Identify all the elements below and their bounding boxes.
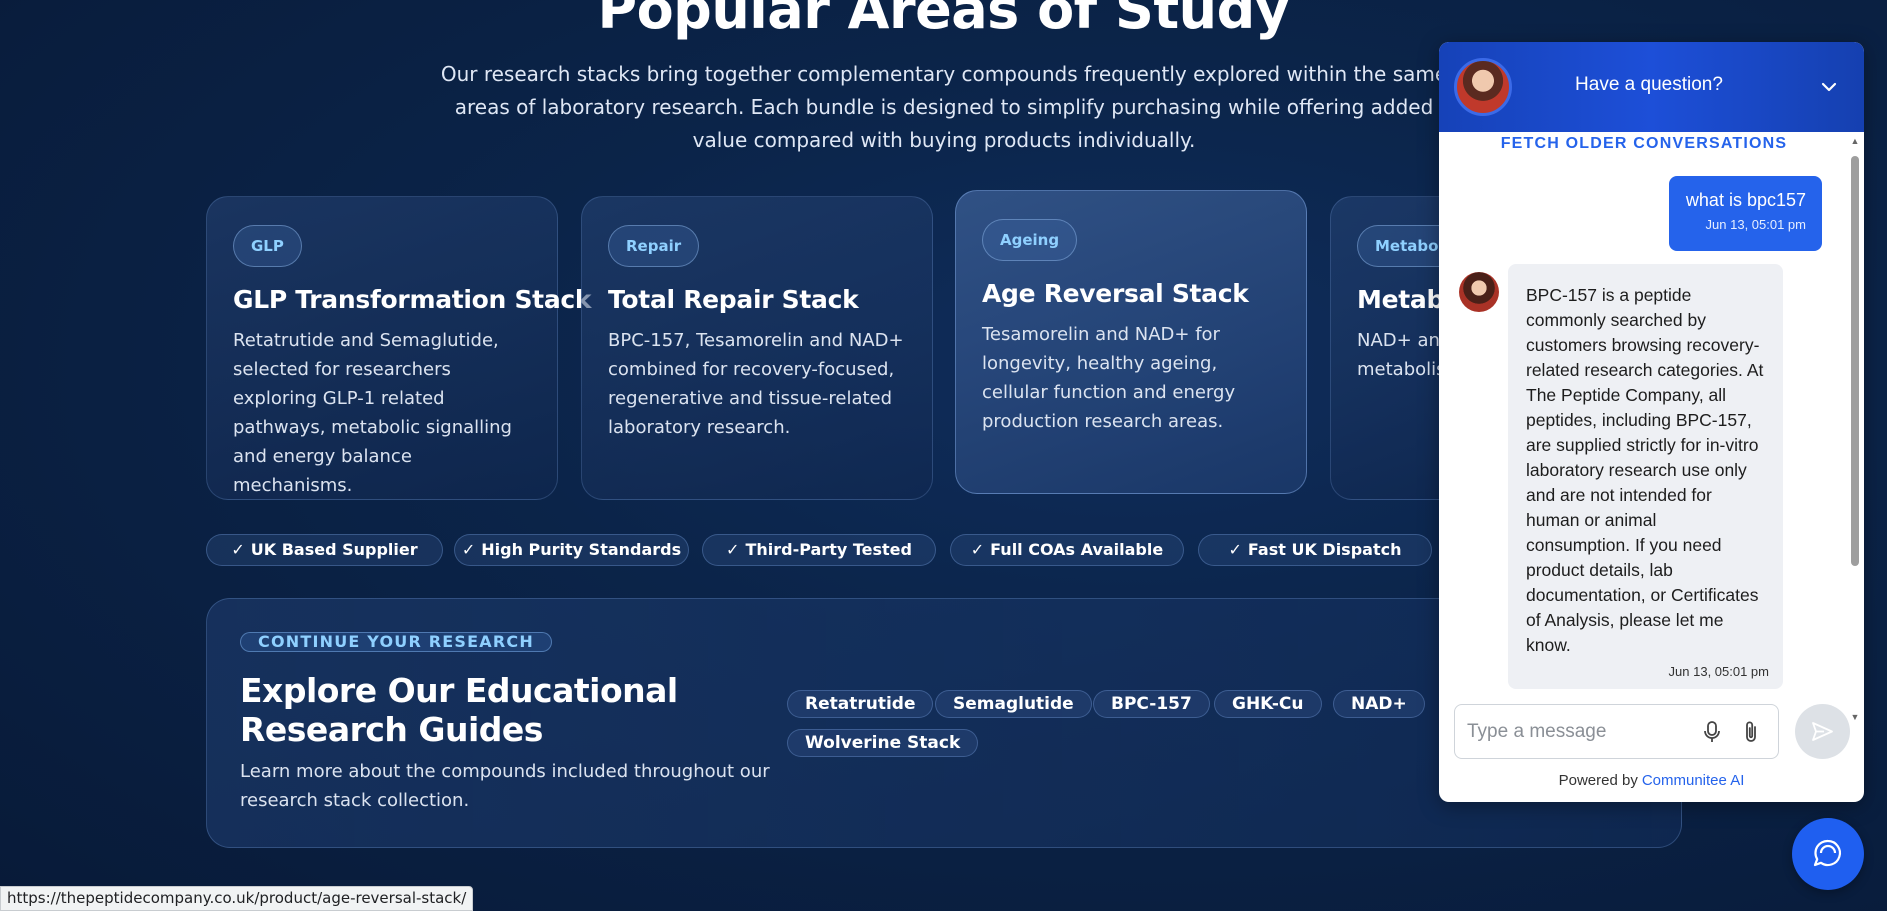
card-text: BPC-157, Tesamorelin and NAD+ combined f… [608,330,904,438]
check-icon: ✓ [726,540,740,559]
card-title[interactable]: Total Repair Stack [608,285,906,314]
trust-badge: ✓ Fast UK Dispatch [1198,534,1432,566]
powered-by: Powered by Communitee AI [1439,772,1864,789]
check-icon: ✓ [461,540,476,559]
scroll-up-arrow-icon[interactable]: ▲ [1850,136,1860,146]
guide-pill-retatrutide[interactable]: Retatrutide [787,690,934,718]
trust-badge: ✓ Full COAs Available [950,534,1184,566]
chat-scrollbar[interactable]: ▲ ▼ [1848,134,1862,726]
brand-link[interactable]: Communitee AI [1642,772,1745,789]
card-text: Tesamorelin and NAD+ for longevity, heal… [982,324,1236,432]
eyebrow-label: CONTINUE YOUR RESEARCH [240,632,552,652]
status-bar-url: https://thepeptidecompany.co.uk/product/… [0,886,474,911]
send-button[interactable] [1795,704,1850,759]
badge-label: Full COAs Available [990,540,1164,559]
guides-subtext: Learn more about the compounds included … [240,761,770,811]
card-tag: Ageing [982,219,1078,261]
badge-label: Fast UK Dispatch [1247,540,1402,559]
section-description: Our research stacks bring together compl… [440,62,1448,152]
chat-bubble-icon [1813,839,1841,867]
fetch-older-button[interactable]: FETCH OLDER CONVERSATIONS [1439,135,1849,153]
message-time: Jun 13, 05:01 pm [1705,217,1806,232]
card-title[interactable]: Metabolic [1357,285,1469,314]
paperclip-icon[interactable] [1740,719,1762,745]
stack-card-ageing[interactable]: Ageing Age Reversal Stack Tesamorelin an… [955,190,1307,494]
chat-title: Have a question? [1575,74,1723,95]
chat-header[interactable]: Have a question? [1439,42,1864,132]
check-icon: ✓ [1228,540,1242,559]
guides-heading: Explore Our Educational Research Guides [240,671,678,749]
send-icon [1812,722,1833,741]
check-icon: ✓ [231,540,245,559]
message-text: BPC-157 is a peptide commonly searched b… [1526,285,1764,655]
message-time: Jun 13, 05:01 pm [1668,664,1769,679]
chat-widget: Have a question? FETCH OLDER CONVERSATIO… [1439,42,1864,802]
card-tag: GLP [233,225,302,267]
agent-avatar [1454,58,1512,116]
microphone-icon[interactable] [1701,719,1723,745]
card-title[interactable]: Age Reversal Stack [982,279,1280,308]
card-text: Retatrutide and Semaglutide, selected fo… [233,330,512,496]
message-input[interactable] [1467,719,1687,745]
guide-pill-nad[interactable]: NAD+ [1333,690,1425,718]
trust-badge: ✓ UK Based Supplier [206,534,443,566]
card-tag: Repair [608,225,700,267]
badge-label: UK Based Supplier [250,540,418,559]
message-input-box [1454,704,1779,759]
guide-pill-ghkcu[interactable]: GHK-Cu [1214,690,1322,718]
check-icon: ✓ [970,540,985,559]
badge-label: Third-Party Tested [745,540,912,559]
scroll-thumb[interactable] [1851,156,1859,566]
scroll-down-arrow-icon[interactable]: ▼ [1850,712,1860,722]
stack-card-repair[interactable]: Repair Total Repair Stack BPC-157, Tesam… [581,196,933,500]
powered-by-label: Powered by [1558,772,1638,789]
trust-badge: ✓ Third-Party Tested [702,534,936,566]
message-text: what is bpc157 [1685,190,1806,210]
bot-avatar [1459,272,1499,312]
bot-message: BPC-157 is a peptide commonly searched b… [1508,264,1783,689]
guide-pill-wolverine[interactable]: Wolverine Stack [787,729,979,757]
section-title: Popular Areas of Study [597,0,1290,41]
trust-badge: ✓ High Purity Standards [454,534,689,566]
user-message: what is bpc157 Jun 13, 05:01 pm [1669,176,1822,251]
stack-card-glp[interactable]: GLP GLP Transformation Stack Retatrutide… [206,196,592,500]
card-title[interactable]: GLP Transformation Stack [233,285,592,314]
chat-launcher-button[interactable] [1792,818,1864,890]
guide-pill-semaglutide[interactable]: Semaglutide [935,690,1092,718]
chevron-down-icon[interactable] [1814,72,1844,102]
badge-label: High Purity Standards [481,540,682,559]
guide-pill-bpc157[interactable]: BPC-157 [1093,690,1210,718]
